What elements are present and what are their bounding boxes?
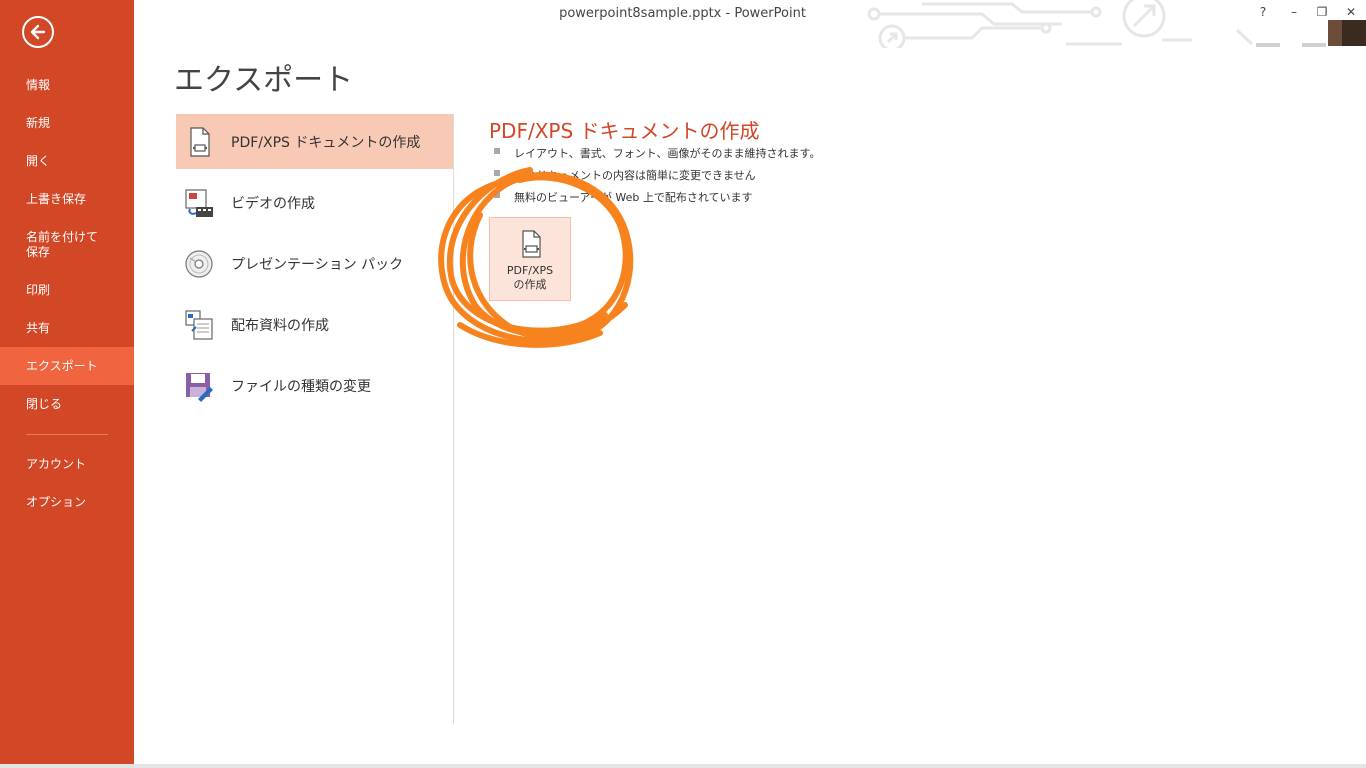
sidebar-divider (26, 434, 108, 435)
nav-share[interactable]: 共有 (0, 321, 134, 336)
back-arrow-icon (30, 24, 46, 40)
help-button[interactable]: ? (1251, 2, 1275, 22)
detail-bullet-text: レイアウト、書式、フォント、画像がそのまま維持されます。 (514, 147, 821, 160)
export-option-change-file-type[interactable]: ファイルの種類の変更 (176, 358, 453, 413)
pdf-document-icon (522, 230, 541, 258)
title-decoration-bar (1302, 43, 1326, 47)
detail-bullet-text: このドキュメントの内容は簡単に変更できません (514, 169, 756, 182)
nav-info[interactable]: 情報 (0, 78, 134, 93)
create-pdf-xps-button[interactable]: PDF/XPS の作成 (489, 217, 571, 301)
circuit-decoration-icon (867, 0, 1254, 48)
detail-title: PDF/XPS ドキュメントの作成 (489, 119, 760, 143)
minimize-button[interactable]: – (1282, 2, 1306, 22)
nav-print[interactable]: 印刷 (0, 283, 134, 298)
nav-account[interactable]: アカウント (0, 457, 134, 472)
status-strip (0, 764, 1366, 768)
window-title: powerpoint8sample.pptx - PowerPoint (559, 6, 806, 21)
back-button[interactable] (22, 16, 54, 48)
nav-export[interactable]: エクスポート (0, 347, 134, 385)
nav-new[interactable]: 新規 (0, 116, 134, 131)
export-option-package[interactable]: プレゼンテーション パック (176, 236, 453, 291)
page-title: エクスポート (174, 63, 354, 98)
export-option-label: ビデオの作成 (231, 196, 315, 212)
export-option-video[interactable]: ビデオの作成 (176, 175, 453, 230)
pdf-document-icon (190, 127, 210, 157)
nav-options[interactable]: オプション (0, 495, 134, 510)
save-as-type-icon (186, 373, 213, 402)
nav-save-as[interactable]: 名前を付けて 保存 (0, 230, 134, 260)
create-button-label: PDF/XPS の作成 (506, 264, 554, 291)
export-option-label: プレゼンテーション パック (231, 257, 404, 273)
video-icon (185, 189, 213, 217)
bullet-marker (494, 148, 500, 154)
backstage-sidebar: 情報 新規 開く 上書き保存 名前を付けて 保存 印刷 共有 エクスポート 閉じ… (0, 0, 134, 768)
nav-open[interactable]: 開く (0, 154, 134, 169)
title-decoration-bar (1256, 43, 1280, 47)
nav-save[interactable]: 上書き保存 (0, 192, 134, 207)
handouts-icon (185, 310, 213, 340)
cd-disc-icon (185, 250, 213, 278)
list-divider (453, 114, 454, 724)
account-picture-highlight (1328, 20, 1342, 46)
export-option-handouts[interactable]: 配布資料の作成 (176, 297, 453, 352)
restore-button[interactable]: ❐ (1310, 2, 1334, 22)
bullet-marker (494, 170, 500, 176)
bullet-marker (494, 192, 500, 198)
export-option-label: ファイルの種類の変更 (231, 379, 371, 395)
export-option-label: 配布資料の作成 (231, 318, 329, 334)
detail-bullet-text: 無料のビューアーが Web 上で配布されています (514, 191, 753, 204)
export-option-label: PDF/XPS ドキュメントの作成 (231, 135, 421, 151)
close-window-button[interactable]: ✕ (1339, 2, 1363, 22)
export-option-pdf-xps[interactable]: PDF/XPS ドキュメントの作成 (176, 114, 453, 169)
nav-close[interactable]: 閉じる (0, 397, 134, 412)
